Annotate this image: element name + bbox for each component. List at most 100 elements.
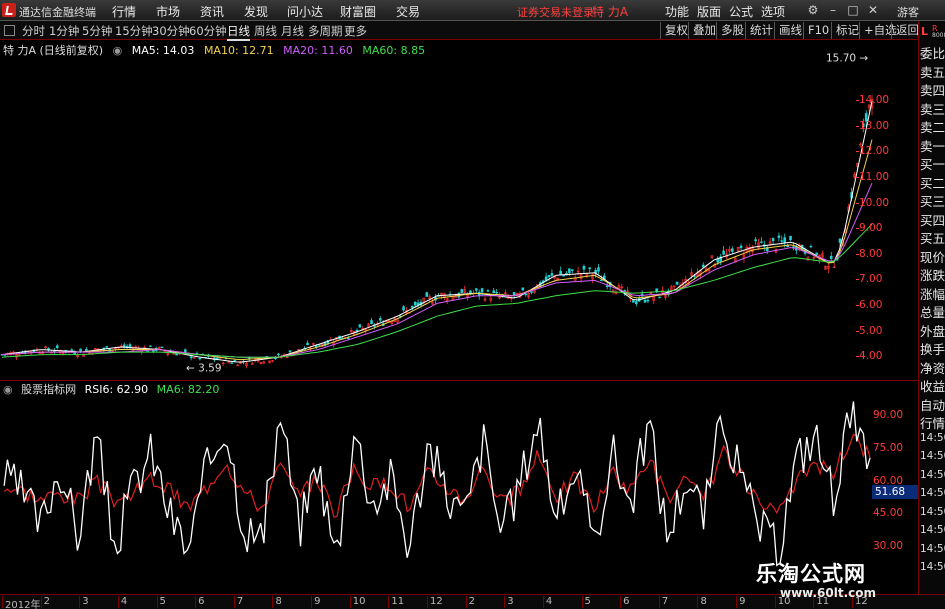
multi-stock-button[interactable]: 多股 [716, 22, 744, 39]
login-status[interactable]: 证券交易未登录 [517, 4, 594, 20]
price-tick: 14.00 [855, 94, 890, 107]
menu-bar: 通达信金融终端 行情 市场 资讯 发现 问小达 财富圈 交易 证券交易未登录 特… [0, 0, 945, 21]
indicator-toggle-icon[interactable]: ◉ [113, 44, 123, 57]
side-item[interactable]: 行情 [920, 413, 945, 432]
side-item[interactable]: 换手 [920, 339, 945, 358]
date-label: 6 [619, 596, 630, 608]
side-item[interactable]: 卖三 [920, 99, 945, 118]
menu-jiaoyi[interactable]: 交易 [396, 3, 420, 20]
layout-icon[interactable] [4, 25, 15, 36]
side-item[interactable]: 收益 [920, 376, 945, 395]
candle-body [571, 269, 574, 271]
stats-button[interactable]: 统计 [745, 22, 773, 39]
candle-body [600, 279, 603, 282]
side-item[interactable]: 净资 [920, 358, 945, 377]
side-item[interactable]: 买二 [920, 173, 945, 192]
date-label: 8 [697, 596, 707, 608]
side-item[interactable]: 14:50 [920, 450, 945, 462]
tab-15min[interactable]: 15分钟 [115, 23, 153, 39]
menu-faxian[interactable]: 发现 [244, 3, 268, 20]
draw-line-button[interactable]: 画线 [774, 22, 802, 39]
indicator-name[interactable]: 股票指标网 [21, 383, 76, 396]
side-item[interactable]: 14:50 [920, 524, 945, 536]
side-panel-header[interactable]: L R 8008 [921, 24, 945, 40]
candle-body [658, 296, 661, 299]
price-tick: 8.00 [855, 247, 883, 260]
side-item[interactable]: 卖二 [920, 117, 945, 136]
menu-gongneng[interactable]: 功能 [665, 3, 689, 20]
side-l-label: L [921, 25, 929, 38]
side-item[interactable]: 14:50 [920, 543, 945, 555]
candle-body [306, 342, 309, 346]
side-item[interactable]: 14:50 [920, 506, 945, 518]
candle-body [184, 349, 187, 353]
candle-body [189, 356, 193, 359]
tab-1min[interactable]: 1分钟 [49, 23, 79, 39]
side-item[interactable]: 自动 [920, 395, 945, 414]
side-item[interactable]: 14:50 [920, 469, 945, 481]
tab-30min[interactable]: 30分钟 [152, 23, 190, 39]
menu-zixun[interactable]: 资讯 [200, 3, 224, 20]
indicator-toggle-icon[interactable]: ◉ [3, 383, 13, 396]
price-tick: 12.00 [855, 145, 890, 158]
side-item[interactable]: 卖一 [920, 136, 945, 155]
overlay-button[interactable]: 叠加 [688, 22, 716, 39]
side-item[interactable]: 买五 [920, 228, 945, 247]
tab-weekly[interactable]: 周线 [254, 23, 277, 39]
f10-button[interactable]: F10 [803, 22, 829, 39]
fuquan-button[interactable]: 复权 [660, 22, 688, 39]
date-label: 9 [735, 596, 746, 608]
side-item[interactable]: 买三 [920, 191, 945, 210]
candle-body [605, 285, 609, 287]
side-item[interactable]: 卖四 [920, 80, 945, 99]
tab-monthly[interactable]: 月线 [281, 23, 304, 39]
side-item[interactable]: 14:50 [920, 487, 945, 499]
candle-body [550, 273, 554, 276]
menu-shichang[interactable]: 市场 [156, 3, 180, 20]
period-toolbar: 分时 1分钟 5分钟 15分钟 30分钟 60分钟 日线 周线 月线 多周期 更… [0, 21, 945, 41]
candle-body [486, 290, 490, 292]
close-icon[interactable]: ✕ [866, 3, 880, 17]
side-item[interactable]: 总量 [920, 302, 945, 321]
guest-label[interactable]: 游客 [897, 4, 919, 20]
tab-multi-period[interactable]: 多周期 [308, 23, 343, 39]
menu-caifuquan[interactable]: 财富圈 [340, 3, 376, 20]
menu-wenxiaoda[interactable]: 问小达 [287, 3, 323, 20]
menu-banmian[interactable]: 版面 [697, 3, 721, 20]
settings-icon[interactable]: ⚙ [806, 3, 820, 17]
date-label: 8 [272, 596, 282, 608]
tab-5min[interactable]: 5分钟 [82, 23, 112, 39]
side-item[interactable]: 涨幅 [920, 284, 945, 303]
menu-xuanxiang[interactable]: 选项 [761, 3, 785, 20]
tab-60min[interactable]: 60分钟 [189, 23, 227, 39]
rsi-current-value: 51.68 [872, 485, 918, 499]
candle-body [277, 353, 280, 356]
price-tick: 13.00 [855, 119, 890, 132]
tab-fenshi[interactable]: 分时 [22, 23, 45, 39]
back-button[interactable]: 返回 [891, 22, 919, 39]
candle-body [128, 344, 132, 348]
side-item[interactable]: 涨跌 [920, 265, 945, 284]
candle-body [288, 350, 292, 353]
candle-body [358, 324, 362, 328]
side-item[interactable]: 14:50 [920, 432, 945, 444]
side-item[interactable]: 外盘 [920, 321, 945, 340]
price-chart[interactable]: 15.70 →← 3.59 [0, 40, 918, 380]
date-label: 2 [40, 596, 50, 608]
candle-body [524, 293, 528, 296]
side-item[interactable]: 现价 [920, 247, 945, 266]
maximize-icon[interactable]: □ [846, 3, 860, 17]
candle-body [559, 270, 562, 276]
tab-more[interactable]: 更多 [344, 23, 367, 39]
side-item[interactable]: 委比 [920, 43, 945, 62]
tab-daily[interactable]: 日线 [227, 23, 250, 41]
candle-body [521, 287, 525, 291]
menu-gongshi[interactable]: 公式 [729, 3, 753, 20]
side-item[interactable]: 买四 [920, 210, 945, 229]
mark-button[interactable]: 标记 [831, 22, 859, 39]
candle-body [771, 237, 775, 242]
menu-hangqing[interactable]: 行情 [112, 3, 136, 20]
side-item[interactable]: 买一 [920, 154, 945, 173]
minimize-icon[interactable]: – [826, 3, 840, 17]
side-item[interactable]: 卖五 [920, 62, 945, 81]
